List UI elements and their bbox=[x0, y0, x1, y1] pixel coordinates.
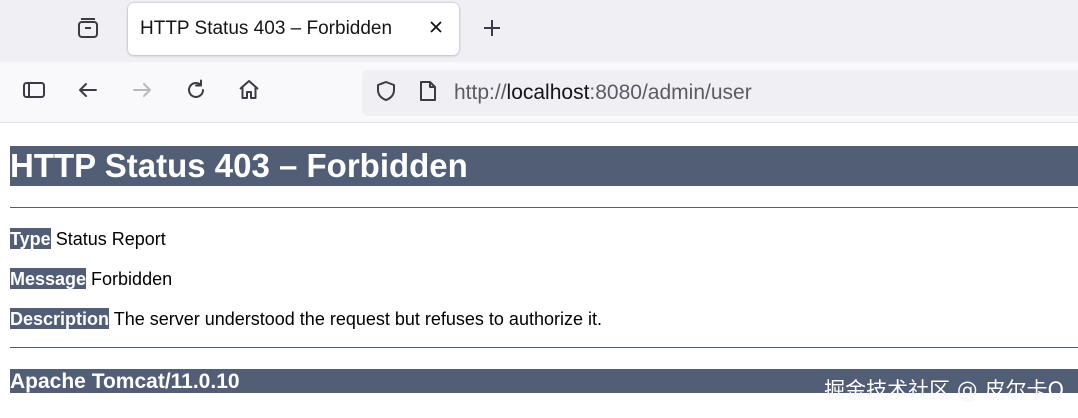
forward-arrow-icon bbox=[129, 77, 155, 108]
type-label: Type bbox=[10, 228, 51, 249]
description-label: Description bbox=[10, 308, 110, 329]
active-tab[interactable]: HTTP Status 403 – Forbidden bbox=[128, 3, 459, 55]
back-button[interactable] bbox=[72, 76, 104, 108]
forward-button[interactable] bbox=[126, 76, 158, 108]
tab-list-icon bbox=[75, 15, 101, 46]
message-value: Forbidden bbox=[86, 269, 173, 289]
new-tab-button[interactable] bbox=[476, 14, 508, 46]
watermark: 掘金技术社区 @ 皮尔卡Q bbox=[824, 378, 1064, 402]
description-row: Description The server understood the re… bbox=[10, 308, 602, 330]
page-icon bbox=[417, 79, 439, 108]
navigation-bar: http://localhost:8080/admin/user bbox=[0, 62, 1078, 123]
home-button[interactable] bbox=[233, 76, 265, 108]
tab-strip: HTTP Status 403 – Forbidden bbox=[0, 0, 1078, 62]
sidebar-icon bbox=[21, 77, 47, 108]
back-arrow-icon bbox=[75, 77, 101, 108]
tracking-protection-button[interactable] bbox=[374, 79, 398, 108]
tab-close-button[interactable] bbox=[425, 18, 447, 40]
divider bbox=[10, 207, 1078, 208]
url-text[interactable]: http://localhost:8080/admin/user bbox=[454, 81, 752, 105]
tab-title: HTTP Status 403 – Forbidden bbox=[140, 18, 393, 39]
home-icon bbox=[236, 77, 262, 108]
description-value: The server understood the request but re… bbox=[109, 309, 602, 329]
reload-icon bbox=[183, 77, 209, 108]
type-row: Type Status Report bbox=[10, 228, 166, 250]
message-label: Message bbox=[10, 268, 87, 289]
tab-list-button[interactable] bbox=[72, 14, 104, 46]
site-info-button[interactable] bbox=[416, 79, 440, 108]
close-icon bbox=[428, 19, 444, 40]
url-scheme: http:// bbox=[454, 81, 507, 104]
reload-button[interactable] bbox=[180, 76, 212, 108]
sidebar-button[interactable] bbox=[18, 76, 50, 108]
plus-icon bbox=[481, 17, 503, 44]
url-host: localhost bbox=[506, 81, 590, 104]
url-bar[interactable]: http://localhost:8080/admin/user bbox=[362, 70, 1078, 116]
message-row: Message Forbidden bbox=[10, 268, 172, 290]
type-value: Status Report bbox=[50, 229, 166, 249]
page-title: HTTP Status 403 – Forbidden bbox=[10, 146, 1078, 186]
shield-icon bbox=[374, 79, 398, 108]
url-path: :8080/admin/user bbox=[589, 81, 752, 104]
divider bbox=[10, 347, 1078, 348]
